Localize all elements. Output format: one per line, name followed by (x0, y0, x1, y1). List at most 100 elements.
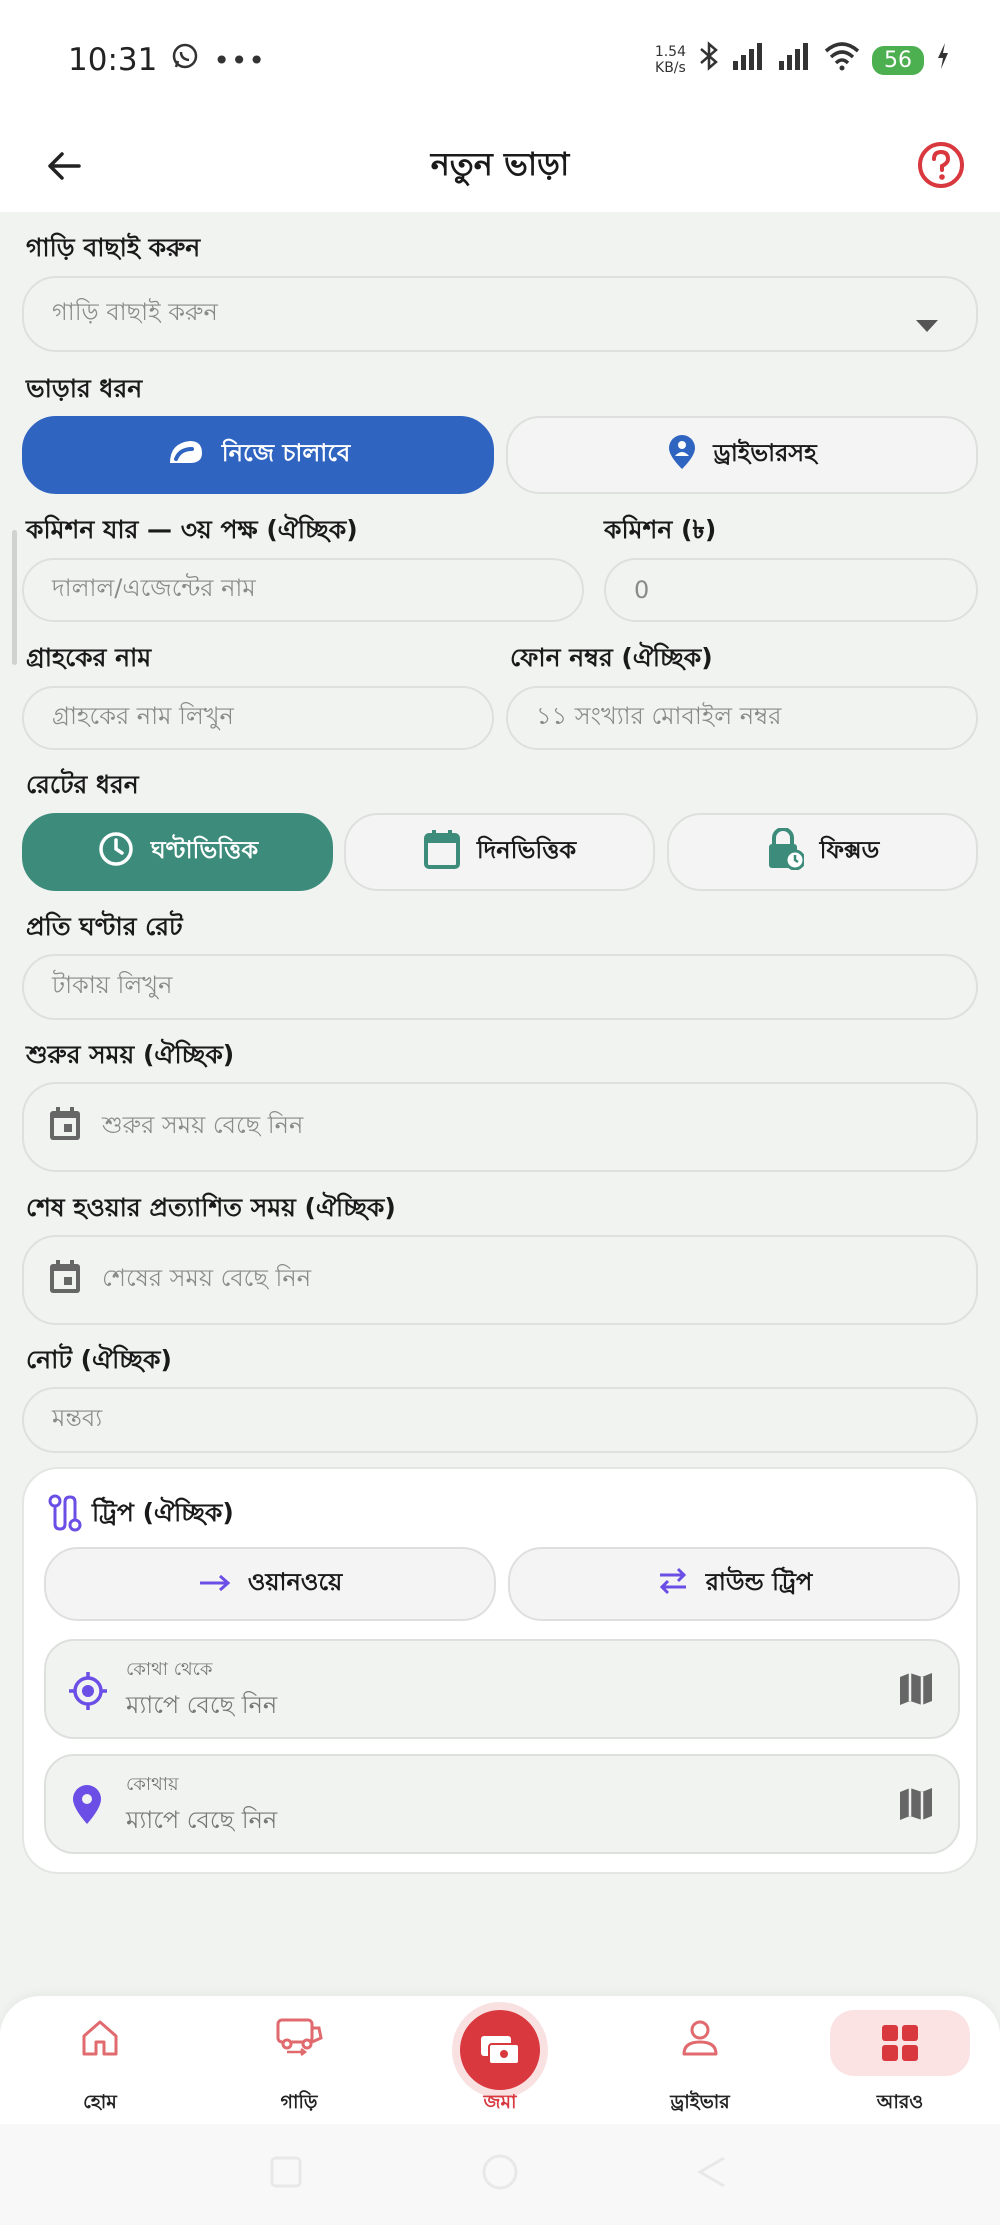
note-placeholder: মন্তব্য (52, 1404, 103, 1432)
phone-input[interactable]: ১১ সংখ্যার মোবাইল নম্বর (506, 686, 978, 750)
bottom-nav: হোম গাড়ি জমা ড্রাইভার আরও (0, 1996, 1000, 2124)
chevron-down-icon (916, 310, 938, 338)
rent-type-self-drive[interactable]: নিজে চালাবে (22, 416, 494, 494)
nav-deposit[interactable]: জমা (430, 1996, 570, 2124)
target-icon (68, 1671, 108, 1715)
app-bar: নতুন ভাড়া (0, 120, 1000, 212)
commission-party-placeholder: দালাল/এজেন্টের নাম (52, 574, 256, 602)
hourly-rate-input[interactable]: টাকায় লিখুন (22, 954, 978, 1020)
rate-type-fixed[interactable]: ফিক্সড (667, 813, 978, 891)
trip-from-field[interactable]: কোথা থেকে ম্যাপে বেছে নিন (44, 1639, 960, 1739)
commission-label: কমিশন (৳) (604, 515, 717, 544)
rate-type-daily[interactable]: দিনভিত্তিক (344, 813, 655, 891)
grid-icon (830, 2010, 970, 2076)
car-icon (275, 2016, 323, 2062)
trip-type-oneway-label: ওয়ানওয়ে (247, 1568, 343, 1596)
nav-home[interactable]: হোম (30, 1996, 170, 2124)
rate-type-hourly[interactable]: ঘণ্টাভিত্তিক (22, 813, 333, 891)
lock-clock-icon (766, 827, 806, 876)
trip-header: ট্রিপ (ঐচ্ছিক) (48, 1493, 234, 1536)
commission-party-input[interactable]: দালাল/এজেন্টের নাম (22, 558, 584, 622)
hourly-rate-label: প্রতি ঘণ্টার রেট (26, 912, 183, 941)
status-bar: 10:31 ••• 1.54 KB/s 56 (0, 0, 1000, 120)
trip-title: ট্রিপ (ঐচ্ছিক) (92, 1498, 234, 1527)
start-time-input[interactable]: শুরুর সময় বেছে নিন (22, 1082, 978, 1172)
trip-to-label: কোথায় (126, 1774, 179, 1795)
recent-apps-icon[interactable] (268, 2154, 304, 2194)
nav-car[interactable]: গাড়ি (229, 1996, 369, 2124)
location-pin-icon (70, 1784, 104, 1830)
car-select-value: গাড়ি বাছাই করুন (52, 298, 218, 326)
help-icon[interactable] (916, 140, 966, 190)
back-arrow-icon[interactable] (40, 142, 88, 190)
rent-type-self-drive-label: নিজে চালাবে (221, 439, 351, 467)
signal-icon (732, 41, 766, 79)
calendar-icon (48, 1259, 82, 1301)
customer-name-placeholder: গ্রাহকের নাম লিখুন (52, 702, 234, 730)
trip-from-value: ম্যাপে বেছে নিন (126, 1691, 278, 1719)
page-title: নতুন ভাড়া (430, 145, 570, 183)
rent-type-with-driver[interactable]: ড্রাইভারসহ (506, 416, 978, 494)
swap-arrows-icon (656, 1567, 690, 1601)
nav-more-label: আরও (876, 2091, 924, 2113)
home-icon (80, 2018, 120, 2062)
map-icon[interactable] (898, 1671, 934, 1711)
scroll-indicator (12, 530, 17, 665)
rent-type-label: ভাড়ার ধরন (26, 374, 143, 403)
rate-type-label: রেটের ধরন (26, 770, 139, 799)
end-time-input[interactable]: শেষের সময় বেছে নিন (22, 1235, 978, 1325)
car-select[interactable]: গাড়ি বাছাই করুন (22, 276, 978, 352)
trip-type-round-label: রাউন্ড ট্রিপ (705, 1568, 813, 1596)
car-label: গাড়ি বাছাই করুন (26, 233, 201, 262)
driver-icon (680, 2018, 720, 2062)
note-label: নোট (ঐচ্ছিক) (26, 1345, 172, 1374)
nav-more[interactable]: আরও (830, 1996, 970, 2124)
nav-driver-label: ড্রাইভার (670, 2091, 730, 2113)
rent-type-with-driver-label: ড্রাইভারসহ (713, 439, 817, 467)
status-time: 10:31 (68, 42, 158, 78)
clock-icon (97, 830, 135, 874)
network-speed: 1.54 KB/s (654, 44, 686, 76)
bluetooth-icon (698, 40, 720, 80)
hourly-rate-placeholder: টাকায় লিখুন (52, 971, 173, 999)
more-dots-icon: ••• (213, 43, 266, 77)
trip-type-oneway[interactable]: ওয়ানওয়ে (44, 1547, 496, 1621)
back-button-icon[interactable] (694, 2154, 730, 2194)
commission-placeholder: 0 (634, 576, 650, 604)
customer-name-input[interactable]: গ্রাহকের নাম লিখুন (22, 686, 494, 750)
home-button-icon[interactable] (480, 2152, 520, 2196)
calendar-icon (423, 829, 461, 875)
end-time-placeholder: শেষের সময় বেছে নিন (102, 1264, 312, 1292)
phone-label: ফোন নম্বর (ঐচ্ছিক) (510, 643, 713, 672)
self-drive-icon (166, 437, 206, 473)
phone-placeholder: ১১ সংখ্যার মোবাইল নম্বর (536, 702, 782, 730)
driver-pin-icon (667, 434, 697, 476)
note-input[interactable]: মন্তব্য (22, 1387, 978, 1453)
trip-to-value: ম্যাপে বেছে নিন (126, 1806, 278, 1834)
trip-type-round[interactable]: রাউন্ড ট্রিপ (508, 1547, 960, 1621)
nav-deposit-label: জমা (483, 2091, 517, 2113)
system-nav-bar (0, 2124, 1000, 2225)
rate-type-fixed-label: ফিক্সড (819, 836, 880, 864)
rate-type-daily-label: দিনভিত্তিক (476, 836, 577, 864)
arrow-right-icon (198, 1570, 232, 1598)
nav-driver[interactable]: ড্রাইভার (630, 1996, 770, 2124)
signal-icon (778, 41, 812, 79)
calendar-icon (48, 1106, 82, 1148)
trip-from-label: কোথা থেকে (126, 1659, 213, 1680)
commission-input[interactable]: 0 (604, 558, 978, 622)
map-icon[interactable] (898, 1786, 934, 1826)
charging-icon (936, 42, 950, 78)
wifi-icon (824, 41, 860, 79)
commission-party-label: কমিশন যার — ৩য় পক্ষ (ঐচ্ছিক) (26, 515, 358, 544)
deposit-icon (460, 2010, 540, 2090)
customer-name-label: গ্রাহকের নাম (26, 643, 152, 672)
end-time-label: শেষ হওয়ার প্রত্যাশিত সময় (ঐচ্ছিক) (26, 1193, 396, 1222)
nav-car-label: গাড়ি (280, 2091, 318, 2113)
whatsapp-icon (171, 42, 199, 78)
start-time-placeholder: শুরুর সময় বেছে নিন (102, 1111, 304, 1139)
trip-to-field[interactable]: কোথায় ম্যাপে বেছে নিন (44, 1754, 960, 1854)
route-icon (48, 1494, 82, 1536)
trip-card: ট্রিপ (ঐচ্ছিক) ওয়ানওয়ে রাউন্ড ট্রিপ কো… (22, 1467, 978, 1874)
battery-icon: 56 (872, 45, 924, 75)
